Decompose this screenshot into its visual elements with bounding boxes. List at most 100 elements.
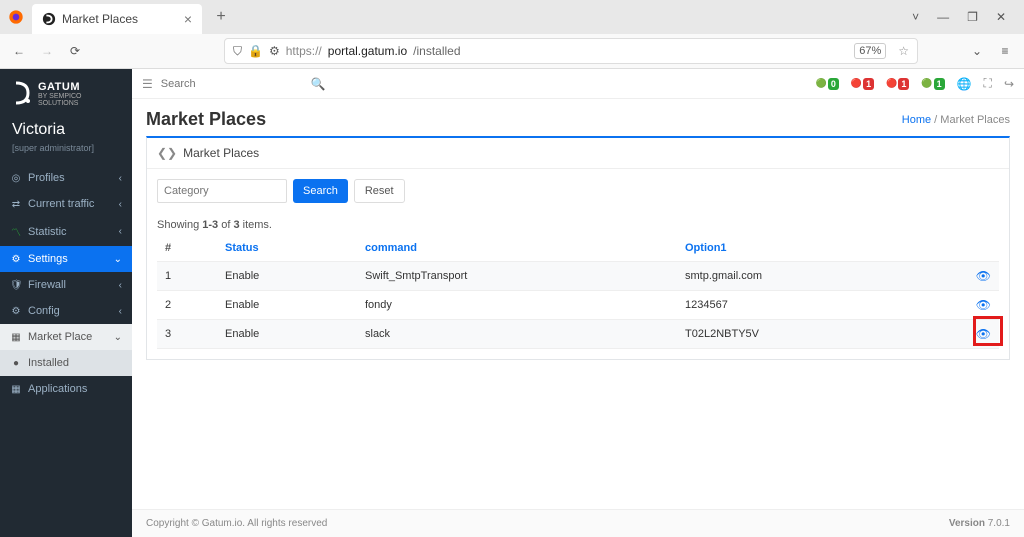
sidebar-item-config[interactable]: ⚙Config‹	[0, 298, 132, 324]
brand: GATUM BY SEMPICO SOLUTIONS	[0, 69, 132, 111]
hamburger-icon[interactable]: ☰	[142, 77, 153, 91]
new-tab-button[interactable]: +	[208, 4, 234, 30]
sidebar-item-market-place[interactable]: ▦Market Place⌄	[0, 324, 132, 350]
url-domain: portal.gatum.io	[328, 44, 407, 58]
brand-logo-icon	[12, 81, 32, 105]
heart-icon: 🔴	[851, 78, 862, 89]
tab-title: Market Places	[62, 12, 138, 26]
notif-badge-3[interactable]: 🔴1	[886, 78, 909, 90]
applications-icon: ▦	[10, 384, 22, 395]
view-icon[interactable]: 👁	[976, 298, 991, 312]
browser-chrome: Market Places × + ˅ — ❐ ✕ ← → ⟳ ⛉ 🔒 ⚙ ht…	[0, 0, 1024, 69]
sidebar-item-applications[interactable]: ▦Applications	[0, 376, 132, 402]
notif-badge-4[interactable]: 🟢1	[921, 78, 944, 90]
tab-favicon	[42, 12, 56, 26]
address-bar: ← → ⟳ ⛉ 🔒 ⚙ https:// portal.gatum.io/inst…	[0, 34, 1024, 68]
breadcrumb: Home / Market Places	[902, 114, 1010, 126]
pocket-icon[interactable]: ⌄	[968, 44, 986, 58]
view-icon[interactable]: 👁	[976, 327, 991, 341]
back-icon[interactable]: ←	[10, 44, 28, 58]
tab-bar: Market Places × + ˅ — ❐ ✕	[0, 0, 1024, 34]
maximize-icon[interactable]: ❐	[967, 10, 978, 24]
menu-icon[interactable]: ≡	[996, 44, 1014, 58]
search-icon[interactable]: 🔍	[311, 77, 326, 91]
notif-badge-1[interactable]: 🟢0	[816, 78, 839, 90]
breadcrumb-home[interactable]: Home	[902, 114, 931, 126]
footer: Copyright © Gatum.io. All rights reserve…	[132, 509, 1024, 537]
reload-icon[interactable]: ⟳	[66, 44, 84, 58]
category-input[interactable]	[157, 179, 287, 203]
bell-icon: 🟢	[816, 78, 827, 89]
reset-button[interactable]: Reset	[354, 179, 405, 203]
url-path: /installed	[413, 44, 460, 58]
lang-icon[interactable]: 🌐	[957, 77, 972, 91]
permissions-icon: ⚙	[269, 44, 280, 58]
logout-icon[interactable]: ↪	[1004, 77, 1014, 91]
zoom-level[interactable]: 67%	[854, 43, 886, 59]
browser-tab[interactable]: Market Places ×	[32, 4, 202, 34]
table-summary: Showing 1-3 of 3 items.	[157, 219, 999, 231]
sidebar-item-current-traffic[interactable]: ⇄Current traffic‹	[0, 191, 132, 217]
breadcrumb-current: Market Places	[940, 114, 1010, 126]
sidebar-item-statistic[interactable]: 〽Statistic‹	[0, 217, 132, 246]
url-protocol: https://	[286, 44, 322, 58]
statistic-icon: 〽	[10, 224, 22, 239]
sidebar-item-settings[interactable]: ⚙Settings⌄	[0, 246, 132, 272]
code-icon: ❮❯	[157, 146, 177, 160]
dot-icon: ●	[10, 358, 22, 369]
sidebar: GATUM BY SEMPICO SOLUTIONS Victoria [sup…	[0, 69, 132, 537]
chevron-down-icon[interactable]: ˅	[912, 10, 919, 24]
firefox-icon	[8, 9, 24, 25]
col-actions	[968, 235, 999, 262]
table-row: 1 Enable Swift_SmtpTransport smtp.gmail.…	[157, 262, 999, 291]
panel-title: Market Places	[183, 146, 259, 160]
shield-icon: ⛉	[233, 44, 242, 59]
traffic-icon: ⇄	[10, 199, 22, 210]
topbar-search-input[interactable]	[161, 78, 303, 90]
topbar: ☰ 🔍 🟢0 🔴1 🔴1 🟢1 🌐 ⛶ ↪	[132, 69, 1024, 99]
notif-badge-2[interactable]: 🔴1	[851, 78, 874, 90]
sidebar-item-installed[interactable]: ●Installed	[0, 350, 132, 376]
settings-icon: ⚙	[10, 254, 22, 265]
page-header: Market Places Home / Market Places	[132, 99, 1024, 136]
version: Version 7.0.1	[949, 518, 1010, 529]
bookmark-icon[interactable]: ☆	[898, 44, 909, 58]
panel-market-places: ❮❯ Market Places Search Reset Showing 1-…	[146, 136, 1010, 360]
chevron-down-icon: ⌄	[114, 254, 122, 265]
url-input[interactable]: ⛉ 🔒 ⚙ https://portal.gatum.io/installed …	[224, 38, 918, 64]
panel-header: ❮❯ Market Places	[147, 138, 1009, 169]
col-command[interactable]: command	[357, 235, 677, 262]
chevron-left-icon: ‹	[119, 199, 122, 210]
grid-icon: ▦	[10, 332, 22, 343]
forward-icon[interactable]: →	[38, 44, 56, 58]
expand-icon[interactable]: ⛶	[984, 76, 992, 91]
sidebar-nav: ◎Profiles‹ ⇄Current traffic‹ 〽Statistic‹…	[0, 165, 132, 402]
view-icon[interactable]: 👁	[976, 269, 991, 283]
table-row: 3 Enable slack T02L2NBTY5V 👁	[157, 320, 999, 349]
window-controls: ˅ — ❐ ✕	[912, 10, 1016, 24]
search-button[interactable]: Search	[293, 179, 348, 203]
chevron-left-icon: ‹	[119, 306, 122, 317]
tab-close-icon[interactable]: ×	[184, 11, 192, 27]
copyright: Copyright © Gatum.io. All rights reserve…	[146, 518, 327, 529]
user-role: [super administrator]	[0, 143, 132, 165]
firewall-icon: 🛡	[10, 280, 22, 291]
brand-sub: BY SEMPICO SOLUTIONS	[38, 93, 120, 107]
installed-table: # Status command Option1 1 Enable Swift_…	[157, 235, 999, 349]
chevron-left-icon: ‹	[119, 226, 122, 237]
sidebar-item-profiles[interactable]: ◎Profiles‹	[0, 165, 132, 191]
page-title: Market Places	[146, 109, 266, 130]
sidebar-item-firewall[interactable]: 🛡Firewall‹	[0, 272, 132, 298]
main-content: ☰ 🔍 🟢0 🔴1 🔴1 🟢1 🌐 ⛶ ↪ Market Places Home…	[132, 69, 1024, 537]
filters: Search Reset	[157, 179, 999, 203]
close-window-icon[interactable]: ✕	[996, 10, 1006, 24]
minimize-icon[interactable]: —	[937, 10, 949, 24]
col-status[interactable]: Status	[217, 235, 357, 262]
col-option1[interactable]: Option1	[677, 235, 968, 262]
chevron-left-icon: ‹	[119, 280, 122, 291]
lock-icon: 🔒	[248, 44, 263, 58]
config-icon: ⚙	[10, 306, 22, 317]
col-num: #	[157, 235, 217, 262]
chevron-down-icon: ⌄	[114, 332, 122, 343]
table-row: 2 Enable fondy 1234567 👁	[157, 291, 999, 320]
